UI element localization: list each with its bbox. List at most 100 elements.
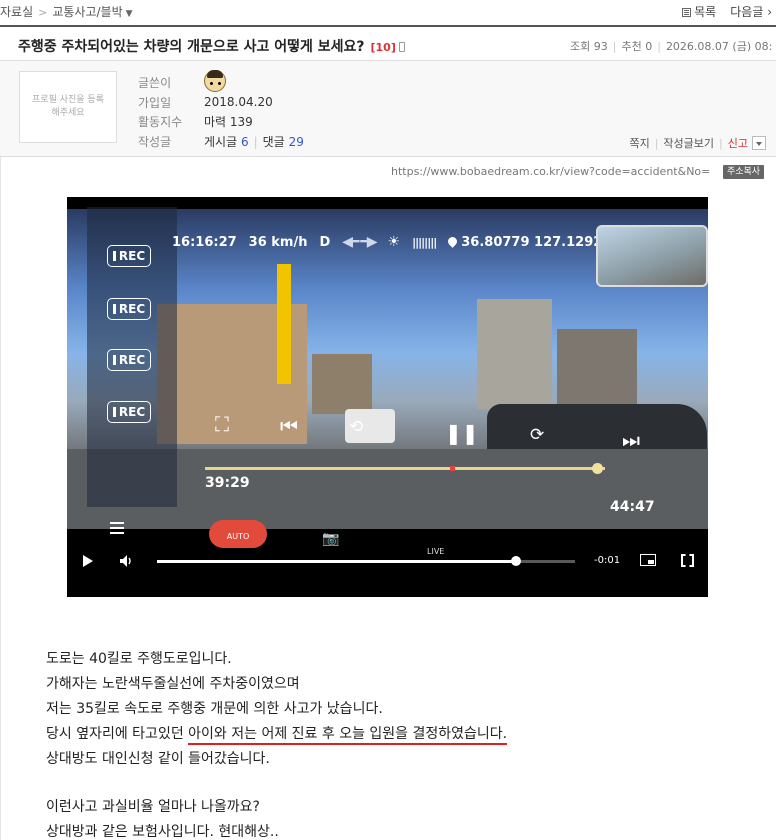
event-marker [450, 466, 455, 471]
menu-icon[interactable] [110, 522, 124, 524]
chevron-right-icon: › [767, 5, 772, 19]
recommend-label: 추천 [621, 40, 642, 53]
dashcam-hud: 16:16:27 36 km/h D ◀━ ━▶ ☀ |||||||| 36.8… [172, 234, 611, 250]
weather-icon: ☀ [387, 234, 401, 250]
play-icon[interactable] [83, 555, 93, 567]
replay-icon[interactable]: ⟲ [349, 417, 363, 437]
top-nav: 목록 다음글 › [682, 3, 772, 20]
building [477, 299, 552, 409]
avatar-icon[interactable] [204, 70, 226, 93]
joined-date: 2018.04.20 [204, 95, 273, 110]
author-row-activity: 활동지수 마력 139 [138, 112, 304, 132]
post-meta: 조회 93 | 추천 0 | 2026.08.07 (금) 08: [570, 40, 773, 53]
views-label: 조회 [570, 40, 591, 53]
body-line: 저는 35킬로 속도로 주행중 개문에 의한 사고가 났습니다. [46, 701, 383, 717]
comments-count[interactable]: 29 [289, 135, 304, 149]
breadcrumb-separator: > [38, 6, 48, 19]
posts-count[interactable]: 6 [241, 135, 249, 149]
hud-time: 16:16:27 [172, 234, 237, 250]
list-icon [682, 8, 692, 17]
post-title-bar: 주행중 주차되어있는 차량의 개문으로 사고 어떻게 보세요? [10] 조회 9… [0, 25, 776, 61]
activity-value: 마력 139 [204, 115, 253, 130]
post-url: https://www.bobaedream.co.kr/view?code=a… [391, 165, 711, 178]
breadcrumb: 자료실 > 교통사고/블박 ▼ [0, 3, 133, 20]
views-count: 93 [593, 40, 608, 53]
building [312, 354, 372, 414]
author-row-name: 글쓴이 [138, 70, 304, 95]
dashcam-progress-knob[interactable] [592, 463, 603, 474]
fullscreen-icon[interactable] [681, 554, 694, 567]
author-row-joined: 가입일 2018.04.20 [138, 93, 304, 113]
hud-gear: D [319, 234, 331, 250]
body-line: 상대방도 대인신청 같이 들어갔습니다. [46, 751, 270, 767]
rear-camera-inset[interactable] [596, 225, 708, 287]
camera-icon[interactable]: 📷 [322, 531, 339, 547]
volume-icon[interactable] [120, 555, 134, 567]
next-label: 다음글 [730, 5, 764, 19]
skip-back-icon[interactable]: ⏮ [280, 414, 298, 438]
caret-down-icon[interactable]: ▼ [126, 9, 133, 19]
rec-button[interactable]: REC [107, 298, 151, 320]
dashcam-total: 44:47 [610, 499, 655, 515]
posts-label: 게시글 [204, 134, 238, 149]
comments-label: 댓글 [262, 134, 285, 149]
video-player[interactable]: REC REC REC REC 16:16:27 36 km/h D ◀━ ━▶… [67, 197, 708, 597]
author-row-posts: 작성글 게시글 6 | 댓글 29 [138, 132, 304, 152]
rec-button[interactable]: REC [107, 401, 151, 423]
dashcam-elapsed: 39:29 [205, 475, 250, 491]
seek-bar-knob[interactable] [511, 556, 522, 566]
mobile-icon [398, 42, 405, 52]
post-body: 도로는 40킬로 주행도로입니다. 가해자는 노란색두줄실선에 주차중이였으며 … [46, 647, 508, 840]
highlighted-text: 아이와 저는 어제 진료 후 오늘 입원을 결정하였습니다. [188, 726, 508, 745]
top-bar: 자료실 > 교통사고/블박 ▼ 목록 다음글 › [0, 0, 776, 22]
post-date: 2026.08.07 (금) 08: [665, 40, 773, 53]
location-pin-icon [446, 234, 460, 248]
breadcrumb-root[interactable]: 자료실 [0, 5, 33, 19]
dashcam-progress[interactable] [205, 463, 605, 474]
copy-url-button[interactable]: 주소복사 [723, 165, 764, 179]
comment-count[interactable]: [10] [370, 41, 395, 54]
player-controls: -0:01 [67, 547, 708, 577]
joined-label: 가입일 [138, 95, 172, 110]
view-posts-button[interactable]: 작성글보기 [663, 135, 714, 151]
direction-arrows-icon: ◀━ ━▶ [342, 234, 377, 250]
seek-bar[interactable] [157, 556, 575, 566]
focus-frame-icon[interactable]: ⛶ [215, 412, 229, 436]
auto-button[interactable]: AUTO [209, 520, 267, 548]
street-sign [277, 264, 291, 384]
profile-placeholder: 프로필 사진을 등록해주세요 [19, 71, 117, 143]
skip-forward-icon[interactable]: ⏭ [622, 428, 640, 452]
body-line-prefix: 당시 옆자리에 타고있던 [46, 726, 189, 742]
more-dropdown-icon[interactable] [752, 136, 766, 150]
post-title-text: 주행중 주차되어있는 차량의 개문으로 사고 어떻게 보세요? [18, 39, 365, 55]
author-name[interactable] [204, 70, 226, 95]
rec-button[interactable]: REC [107, 349, 151, 371]
breadcrumb-current[interactable]: 교통사고/블박 [52, 5, 122, 19]
body-line: 도로는 40킬로 주행도로입니다. [46, 651, 232, 667]
forward-10-icon[interactable]: ⟳ [530, 425, 544, 445]
author-label: 글쓴이 [138, 76, 172, 91]
author-actions: 쪽지 | 작성글보기 | 신고 [629, 135, 766, 151]
signal-bars-icon: |||||||| [412, 235, 437, 249]
recommend-count: 0 [645, 40, 653, 53]
list-button[interactable]: 목록 [682, 3, 716, 20]
hud-speed: 36 km/h [248, 234, 308, 250]
message-button[interactable]: 쪽지 [629, 135, 649, 151]
body-line: 상대방과 같은 보험사입니다. 현대해상.. [46, 824, 279, 840]
posts-row-label: 작성글 [138, 134, 172, 149]
author-info: 글쓴이 가입일 2018.04.20 활동지수 마력 139 작성글 게시글 6 | 댓글… [138, 70, 304, 152]
rec-button[interactable]: REC [107, 245, 151, 267]
list-label: 목록 [694, 5, 717, 19]
next-post-button[interactable]: 다음글 › [730, 3, 772, 20]
seek-bar-fill [157, 560, 517, 563]
report-button[interactable]: 신고 [728, 135, 748, 151]
post-title: 주행중 주차되어있는 차량의 개문으로 사고 어떻게 보세요? [10] [18, 36, 405, 56]
content-border [0, 157, 1, 840]
pause-icon[interactable]: ❚❚ [445, 421, 479, 445]
activity-label: 활동지수 [138, 115, 183, 130]
miniplayer-icon[interactable] [640, 554, 656, 566]
player-time: -0:01 [594, 555, 621, 566]
body-line: 가해자는 노란색두줄실선에 주차중이였으며 [46, 676, 300, 692]
author-box: 프로필 사진을 등록해주세요 글쓴이 가입일 2018.04.20 활동지수 마력 … [0, 61, 776, 157]
